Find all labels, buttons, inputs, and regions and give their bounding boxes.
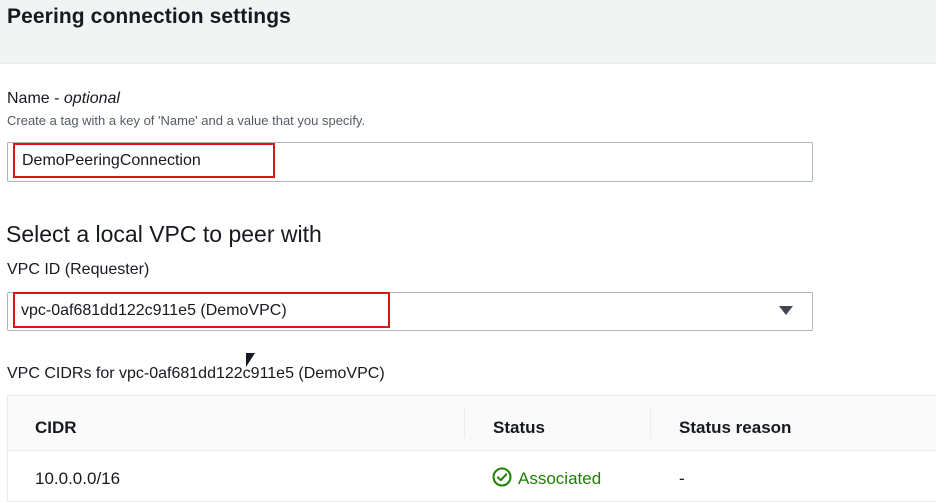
- optional-label: optional: [63, 90, 120, 107]
- local-vpc-heading: Select a local VPC to peer with: [6, 221, 322, 247]
- name-field-label: Name - optional: [7, 90, 120, 108]
- column-header-cidr[interactable]: CIDR: [35, 418, 77, 438]
- column-header-status-reason[interactable]: Status reason: [679, 418, 791, 438]
- cidr-table-caption: VPC CIDRs for vpc-0af681dd122c911e5 (Dem…: [7, 365, 385, 382]
- check-circle-icon: [492, 467, 512, 487]
- vpc-id-selected-value: vpc-0af681dd122c911e5 (DemoVPC): [21, 302, 287, 319]
- name-label-text: Name -: [7, 90, 64, 107]
- column-divider: [650, 408, 651, 438]
- cell-status: Associated: [518, 469, 602, 488]
- caret-down-icon[interactable]: [779, 306, 793, 315]
- panel-title: Peering connection settings: [7, 5, 291, 28]
- cell-status-reason: -: [679, 469, 685, 488]
- cell-cidr: 10.0.0.0/16: [35, 469, 121, 488]
- column-divider: [464, 408, 465, 438]
- panel-header: Peering connection settings: [0, 0, 936, 64]
- name-field-description: Create a tag with a key of 'Name' and a …: [7, 113, 366, 128]
- vpc-id-label: VPC ID (Requester): [7, 261, 150, 278]
- table-header: CIDR Status Status reason: [8, 396, 936, 451]
- cidr-table: CIDR Status Status reason 10.0.0.0/16 As…: [7, 395, 936, 502]
- column-header-status[interactable]: Status: [493, 418, 545, 438]
- name-input-value: DemoPeeringConnection: [22, 152, 201, 169]
